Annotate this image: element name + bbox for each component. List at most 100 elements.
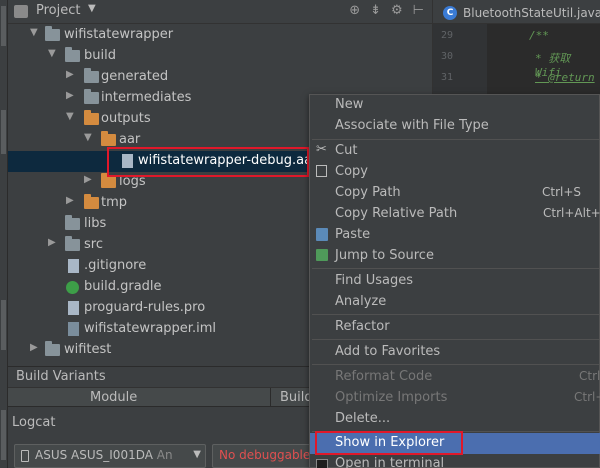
expand-toggle[interactable]: ▶ bbox=[66, 90, 74, 101]
highlight-box bbox=[107, 147, 309, 177]
line-number: 31 bbox=[441, 72, 454, 83]
scroll-from-source-icon[interactable]: ⊕ bbox=[349, 3, 360, 18]
tree-item-label: outputs bbox=[101, 111, 151, 126]
tree-item-label: generated bbox=[101, 69, 169, 84]
menu-item-paste[interactable]: Paste bbox=[310, 225, 600, 246]
tool-tab[interactable] bbox=[1, 410, 6, 460]
line-number: 29 bbox=[441, 30, 454, 41]
tree-item-wifistatewrapper[interactable]: ▼ wifistatewrapper bbox=[8, 25, 432, 46]
tree-item-label: wifitest bbox=[64, 342, 112, 357]
file-icon bbox=[68, 301, 79, 315]
menu-item-label: Copy Relative Path bbox=[335, 206, 458, 221]
gear-icon[interactable]: ⚙ bbox=[391, 3, 403, 18]
column-header-module[interactable]: Module bbox=[90, 390, 137, 405]
menu-item-optimize-imports[interactable]: Optimize Imports Ctrl+ bbox=[310, 388, 600, 409]
editor-tab-label: BluetoothStateUtil.java bbox=[463, 6, 600, 20]
expand-toggle[interactable]: ▶ bbox=[84, 174, 92, 185]
expand-toggle[interactable]: ▶ bbox=[30, 342, 38, 353]
menu-item-shortcut: Ctrl+ bbox=[574, 390, 600, 404]
device-select-label: ASUS ASUS_I001DA An bbox=[35, 448, 173, 462]
menu-separator bbox=[312, 364, 599, 365]
menu-item-copy-path[interactable]: Copy Path Ctrl+S bbox=[310, 183, 600, 204]
tree-item-label: wifistatewrapper bbox=[64, 27, 174, 42]
jump-icon bbox=[316, 249, 328, 261]
menu-item-shortcut: Ctrl+S bbox=[542, 185, 582, 199]
tree-item-label: proguard-rules.pro bbox=[84, 300, 206, 315]
tree-item-label: intermediates bbox=[101, 90, 192, 105]
menu-item-shortcut: Ctrl+Alt+S bbox=[543, 206, 600, 220]
editor-tabbar: C BluetoothStateUtil.java bbox=[433, 0, 600, 24]
tree-item-label: .gitignore bbox=[84, 258, 147, 273]
menu-separator bbox=[312, 139, 599, 140]
copy-icon bbox=[316, 165, 327, 177]
menu-item-open-in-terminal[interactable]: Open in terminal bbox=[310, 454, 600, 468]
column-header-build[interactable]: Build bbox=[280, 390, 313, 405]
chevron-down-icon[interactable]: ▼ bbox=[88, 3, 96, 14]
ide-window: Project ▼ ⊕ ⇟ ⚙ ⊢ ▼ wifistatewrapper ▼ b… bbox=[0, 0, 600, 468]
expand-toggle[interactable]: ▼ bbox=[48, 48, 56, 59]
file-icon bbox=[68, 259, 79, 273]
editor-tab[interactable]: C BluetoothStateUtil.java bbox=[443, 2, 600, 24]
menu-item-analyze[interactable]: Analyze bbox=[310, 292, 600, 313]
menu-item-reformat-code[interactable]: Reformat Code Ctrl bbox=[310, 367, 600, 388]
menu-separator bbox=[312, 339, 599, 340]
paste-icon bbox=[316, 228, 328, 241]
menu-item-label: Analyze bbox=[335, 294, 387, 309]
folder-icon bbox=[84, 89, 99, 104]
logcat-title[interactable]: Logcat bbox=[12, 415, 55, 430]
code-line[interactable]: * @return bbox=[535, 71, 595, 84]
folder-icon bbox=[101, 173, 116, 188]
menu-item-find-usages[interactable]: Find Usages bbox=[310, 271, 600, 292]
tree-item-label: build.gradle bbox=[84, 279, 162, 294]
tree-item-build[interactable]: ▼ build bbox=[8, 46, 432, 67]
folder-icon bbox=[65, 47, 80, 62]
menu-item-label: Refactor bbox=[335, 319, 390, 334]
menu-item-label: Jump to Source bbox=[335, 248, 434, 263]
menu-separator bbox=[312, 268, 599, 269]
context-menu: New Associate with File Type ✂ Cut Copy … bbox=[309, 94, 600, 468]
folder-icon bbox=[101, 131, 116, 146]
scissors-icon: ✂ bbox=[316, 142, 327, 157]
menu-item-new[interactable]: New bbox=[310, 95, 600, 116]
project-header: Project ▼ ⊕ ⇟ ⚙ ⊢ bbox=[8, 0, 432, 24]
code-line[interactable]: /** bbox=[529, 29, 549, 42]
menu-item-add-to-favorites[interactable]: Add to Favorites bbox=[310, 342, 600, 363]
menu-item-associate[interactable]: Associate with File Type bbox=[310, 116, 600, 137]
hide-panel-icon[interactable]: ⊢ bbox=[413, 3, 424, 18]
expand-toggle[interactable]: ▼ bbox=[30, 27, 38, 38]
menu-item-refactor[interactable]: Refactor bbox=[310, 317, 600, 338]
menu-item-cut[interactable]: ✂ Cut bbox=[310, 141, 600, 162]
tree-item-generated[interactable]: ▶ generated bbox=[8, 67, 432, 88]
expand-toggle[interactable]: ▶ bbox=[66, 195, 74, 206]
tool-tab[interactable] bbox=[1, 300, 6, 350]
expand-toggle[interactable]: ▶ bbox=[66, 69, 74, 80]
folder-icon bbox=[84, 68, 99, 83]
menu-item-label: Optimize Imports bbox=[335, 390, 448, 405]
project-toolbar: ⊕ ⇟ ⚙ ⊢ bbox=[349, 3, 424, 18]
menu-item-copy[interactable]: Copy bbox=[310, 162, 600, 183]
menu-item-label: Copy Path bbox=[335, 185, 401, 200]
expand-toggle[interactable]: ▼ bbox=[66, 111, 74, 122]
expand-toggle[interactable]: ▼ bbox=[84, 132, 92, 143]
class-icon: C bbox=[443, 6, 457, 20]
menu-item-delete[interactable]: Delete... bbox=[310, 409, 600, 430]
folder-icon bbox=[65, 215, 80, 230]
folder-icon bbox=[45, 341, 60, 356]
project-title[interactable]: Project bbox=[36, 3, 80, 18]
tree-item-label: tmp bbox=[101, 195, 128, 210]
tool-tab[interactable] bbox=[1, 110, 6, 154]
folder-icon bbox=[84, 110, 99, 125]
menu-item-label: New bbox=[335, 97, 364, 112]
collapse-all-icon[interactable]: ⇟ bbox=[370, 3, 381, 18]
highlight-box bbox=[315, 431, 463, 455]
tool-tab[interactable] bbox=[1, 6, 6, 46]
expand-toggle[interactable]: ▶ bbox=[48, 237, 56, 248]
menu-item-jump-to-source[interactable]: Jump to Source bbox=[310, 246, 600, 267]
column-divider bbox=[270, 388, 271, 408]
tree-item-label: build bbox=[84, 48, 116, 63]
process-select-label: No debuggable bbox=[219, 448, 311, 462]
menu-item-label: Associate with File Type bbox=[335, 118, 489, 133]
menu-item-copy-relative-path[interactable]: Copy Relative Path Ctrl+Alt+S bbox=[310, 204, 600, 225]
device-select[interactable]: ASUS ASUS_I001DA An ▼ bbox=[14, 444, 206, 468]
build-variants-title[interactable]: Build Variants bbox=[16, 369, 106, 384]
